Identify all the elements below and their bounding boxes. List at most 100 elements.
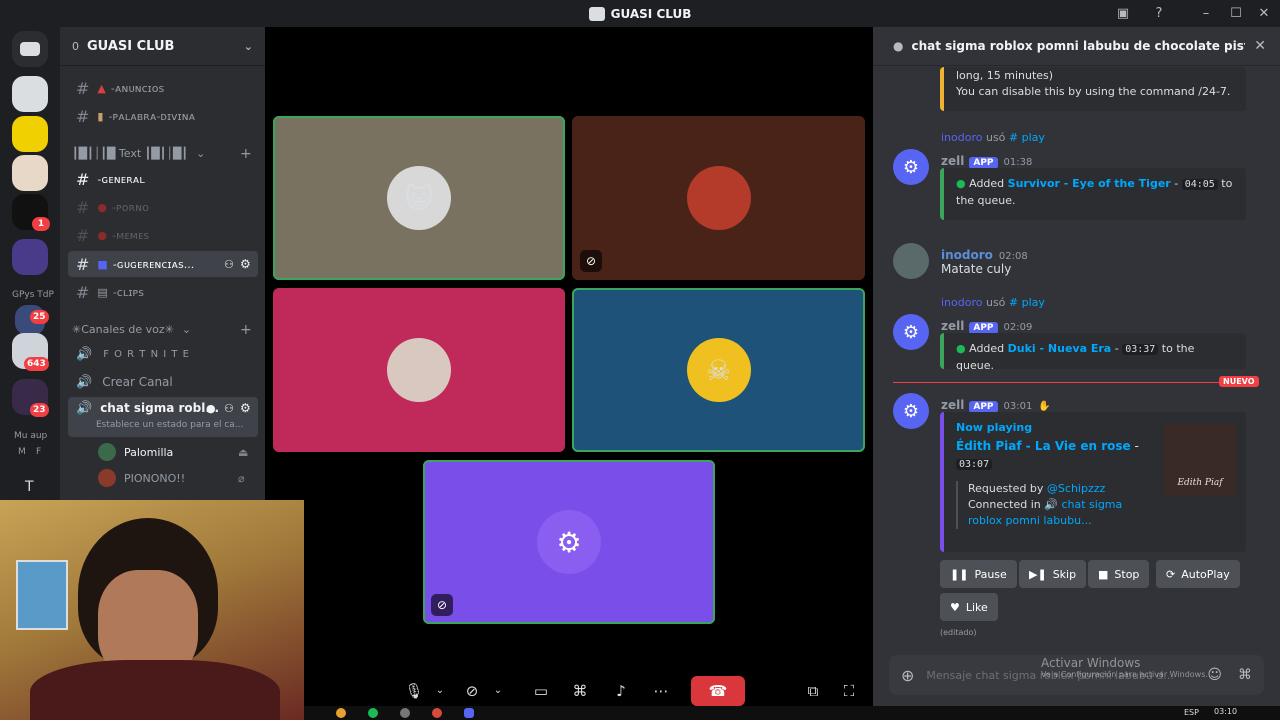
server-icon[interactable] <box>12 155 48 191</box>
voice-status[interactable]: Establece un estado para el ca... <box>96 420 243 430</box>
server-label: Mu aup <box>14 431 48 441</box>
more-icon[interactable]: ⋯ <box>646 676 676 706</box>
minimize-icon[interactable]: – <box>1198 6 1214 22</box>
maximize-icon[interactable]: ☐ <box>1228 6 1244 22</box>
browser-icon[interactable] <box>336 708 346 718</box>
message[interactable]: inodoro 02:08 Matate culy <box>893 242 1253 282</box>
like-button[interactable]: ♥ Like <box>940 593 998 621</box>
webcam-overlay <box>0 500 304 720</box>
taskbar: ESP 03:10 <box>304 706 1280 720</box>
mention-badge: 25 <box>30 310 49 324</box>
chevron-down-icon[interactable]: ⌄ <box>483 676 513 706</box>
spotify-icon[interactable] <box>368 708 378 718</box>
channel-memes[interactable]: # ● -ᴍᴇᴍᴇs <box>68 222 258 248</box>
chrome-icon[interactable] <box>432 708 442 718</box>
voice-channel-active[interactable]: 🔊 chat sigma robl... ● ⚇ ⚙ Establece un … <box>68 397 258 437</box>
participant-tile[interactable]: 😺 <box>273 116 565 280</box>
pause-icon: ❚❚ <box>950 567 969 581</box>
server-label: GPys TdP <box>12 290 54 300</box>
new-badge: NUEVO <box>1219 376 1259 387</box>
skip-button[interactable]: ▶❚ Skip <box>1019 560 1087 588</box>
server-label[interactable]: T <box>25 479 34 495</box>
add-channel-icon[interactable]: + <box>240 146 252 162</box>
voice-stage: 😺 ⊘ ☠ ⚙ ⊘ 🎙 ⌄ ⊘ ⌄ ▭ ⌘ ♪ ⋯ ☎ ⧉ ⛶ <box>265 27 873 720</box>
channel-clips[interactable]: # ▤ -ᴄʟɪᴘs <box>68 279 258 305</box>
bot-avatar-icon: ⚙ <box>537 510 601 574</box>
deafened-icon: ⊘ <box>431 594 453 616</box>
hash-icon: # <box>76 169 90 189</box>
embed-now-playing: Now playing Édith Piaf - La Vie en rose … <box>940 412 1246 552</box>
avatar[interactable] <box>893 243 929 279</box>
pop-out-icon[interactable]: ⧉ <box>798 676 828 706</box>
steam-icon[interactable] <box>400 708 410 718</box>
help-icon[interactable]: ? <box>1151 6 1167 22</box>
message-header: zell APP 02:09 <box>941 319 1033 334</box>
guild-header[interactable]: 0 GUASI CLUB ⌄ <box>60 27 265 66</box>
server-icon[interactable] <box>12 116 48 152</box>
bot-avatar-icon[interactable]: ⚙ <box>893 314 929 350</box>
chat-bubble-icon: ● <box>893 39 904 53</box>
screen-share-icon[interactable]: ▭ <box>526 676 556 706</box>
gear-icon[interactable]: ⚙ <box>240 401 251 415</box>
message-header: inodoro 02:08 <box>941 248 1028 262</box>
new-messages-divider <box>893 382 1253 383</box>
gear-icon[interactable]: ⚙ <box>240 257 251 271</box>
language-indicator[interactable]: ESP <box>1184 708 1199 717</box>
server-folder-icon[interactable] <box>12 239 48 275</box>
participant-tile[interactable] <box>273 288 565 452</box>
autoplay-icon: ⟳ <box>1166 567 1176 581</box>
discord-logo-icon <box>588 6 605 21</box>
window-title: GUASI CLUB <box>588 6 691 21</box>
server-icon[interactable] <box>12 76 48 112</box>
participant-tile[interactable]: ⚙ ⊘ <box>423 460 715 624</box>
add-attachment-icon[interactable]: ⊕ <box>901 666 914 685</box>
message-header: zell APP 01:38 <box>941 154 1033 169</box>
fullscreen-icon[interactable]: ⛶ <box>834 676 864 706</box>
gamepad-icon[interactable]: ⌘ <box>1238 667 1252 683</box>
clock[interactable]: 03:10 <box>1214 707 1237 716</box>
disconnect-button[interactable]: ☎ <box>691 676 745 706</box>
channel-general[interactable]: # -ɢᴇɴᴇʀᴀʟ <box>68 166 258 192</box>
voice-member[interactable]: Palomilla ⏏ <box>90 439 260 465</box>
bot-avatar-icon[interactable]: ⚙ <box>893 149 929 185</box>
guild-name: GUASI CLUB <box>87 38 175 54</box>
activate-windows-watermark: Activar Windows Ve a Configuración para … <box>1041 656 1208 679</box>
channel-palabra-divina[interactable]: # ▮ -ᴘᴀʟᴀʙʀᴀ-ᴅɪᴠɪɴᴀ <box>68 103 258 129</box>
soundboard-icon[interactable]: ♪ <box>606 676 636 706</box>
direct-messages-icon[interactable] <box>12 31 48 67</box>
pause-button[interactable]: ❚❚ Pause <box>940 560 1017 588</box>
muted-mic-icon: ⌀ <box>238 471 245 485</box>
reply-context[interactable]: inodoro usó # play <box>941 131 1045 144</box>
inbox-icon[interactable]: ▣ <box>1115 6 1131 22</box>
autoplay-button[interactable]: ⟳ AutoPlay <box>1156 560 1240 588</box>
hash-icon: # <box>76 254 90 274</box>
stop-button[interactable]: ■ Stop <box>1088 560 1150 588</box>
embed-queue-added: ● Added Duki - Nueva Era - 03:37 to the … <box>940 333 1246 372</box>
close-icon[interactable]: ✕ <box>1254 38 1266 54</box>
chat-icon[interactable]: ● <box>206 402 216 415</box>
channel-porno[interactable]: # ● -ᴘᴏʀɴᴏ <box>68 194 258 220</box>
close-window-icon[interactable]: ✕ <box>1256 6 1272 22</box>
voice-channel-fortnite[interactable]: 🔊 F O R T N I T E <box>68 341 258 367</box>
voice-category[interactable]: ✳Canales de voz✳ ⌄ + <box>72 322 252 338</box>
participant-tile[interactable]: ☠ <box>572 288 865 452</box>
voice-chat-panel: ● chat sigma roblox pomni labubu de choc… <box>873 27 1280 720</box>
hash-icon: # <box>76 106 90 126</box>
activity-icon[interactable]: ⌘ <box>565 676 595 706</box>
channel-anuncios[interactable]: # ▲ -ᴀɴᴜɴᴄɪᴏs <box>68 75 258 101</box>
add-channel-icon[interactable]: + <box>240 322 252 338</box>
emoji-icon[interactable]: ☺ <box>1207 667 1222 683</box>
bot-avatar-icon[interactable]: ⚙ <box>893 393 929 429</box>
invite-icon[interactable]: ⚇ <box>224 402 234 415</box>
participant-tile[interactable]: ⊘ <box>572 116 865 280</box>
channel-sugerencias[interactable]: # ■ -ɢᴜɢᴇʀᴇɴᴄɪᴀs... ⚇ ⚙ <box>68 251 258 277</box>
voice-channel-crear-canal[interactable]: 🔊 Crear Canal <box>68 369 258 395</box>
reply-context[interactable]: inodoro usó # play <box>941 296 1045 309</box>
invite-icon[interactable]: ⚇ <box>224 258 234 271</box>
chat-header: ● chat sigma roblox pomni labubu de choc… <box>873 27 1280 66</box>
discord-taskbar-icon[interactable] <box>464 708 474 718</box>
voice-member[interactable]: PIONONO!! ⌀ <box>90 465 260 491</box>
server-label: F <box>36 447 42 457</box>
chevron-down-icon[interactable]: ⌄ <box>425 676 455 706</box>
text-category[interactable]: ┃█┃│┃█ Text ┃█┃│█┃ ⌄ + <box>72 146 252 162</box>
